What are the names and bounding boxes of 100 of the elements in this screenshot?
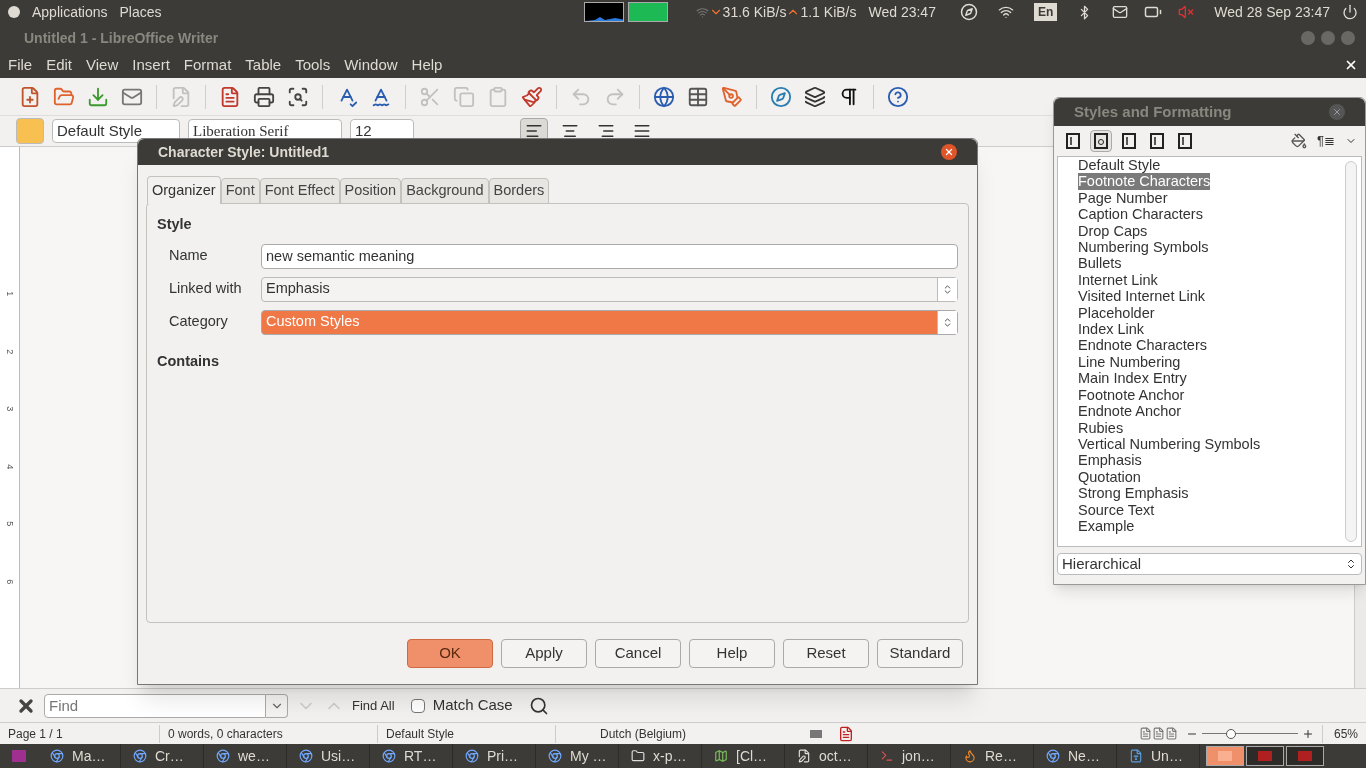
section-heading: Style	[157, 215, 193, 234]
taskbar-item[interactable]: [Cl…	[702, 744, 785, 768]
muted-speaker-icon[interactable]	[1178, 4, 1195, 20]
style-list-item[interactable]: Bullets	[1078, 255, 1122, 272]
style-list-item[interactable]: Page Number	[1078, 189, 1168, 207]
power-icon[interactable]	[1342, 4, 1358, 20]
taskbar-item[interactable]: Re…	[951, 744, 1034, 768]
dialog-tab[interactable]: Position	[339, 178, 402, 204]
dialog-button[interactable]: Apply	[501, 639, 587, 668]
book-view-icon[interactable]	[1165, 727, 1178, 740]
style-list-item[interactable]: Source Text	[1078, 501, 1155, 518]
chrome-icon	[299, 749, 313, 763]
style-list-item[interactable]: Rubies	[1078, 419, 1124, 436]
menu-item[interactable]: File	[8, 53, 33, 77]
chrome-icon	[216, 749, 230, 763]
style-list-item[interactable]: Strong Emphasis	[1078, 485, 1189, 502]
styles-toggle-icon[interactable]	[16, 118, 44, 144]
menu-item[interactable]: Help	[411, 53, 443, 77]
style-list-item[interactable]: Placeholder	[1078, 304, 1155, 322]
multi-page-view-icon[interactable]	[1152, 727, 1165, 740]
select-field[interactable]: Emphasis	[261, 276, 958, 302]
taskbar-item[interactable]: Ne…	[1034, 744, 1117, 768]
find-field[interactable]: Find	[44, 693, 266, 718]
menu-item[interactable]: Edit	[46, 53, 73, 77]
taskbar-item[interactable]: oct…	[785, 744, 868, 768]
document-modified-icon[interactable]	[838, 725, 854, 742]
single-page-view-icon[interactable]	[1139, 727, 1152, 740]
selection-mode-icon[interactable]	[810, 729, 822, 738]
menu-item[interactable]: Window	[344, 53, 398, 77]
taskbar-item[interactable]: Cr…	[121, 744, 204, 768]
clock[interactable]: Wed 23:47	[868, 1, 936, 23]
close-icon	[1332, 107, 1342, 117]
style-list-item[interactable]: Line Numbering	[1078, 353, 1181, 371]
ubuntu-logo-icon[interactable]	[8, 6, 20, 18]
taskbar-item[interactable]: My …	[536, 744, 619, 768]
style-family-button[interactable]	[1090, 130, 1112, 152]
scrollbar[interactable]	[1345, 161, 1357, 542]
menu-item[interactable]: Tools	[295, 53, 331, 77]
match-case-checkbox[interactable]	[410, 698, 425, 713]
new-style-menu-button[interactable]: ¶≣	[1317, 131, 1335, 151]
taskbar-item[interactable]: Un…	[1117, 744, 1200, 768]
dialog-tab[interactable]: Organizer	[147, 176, 221, 204]
dialog-button[interactable]: Cancel	[595, 639, 681, 668]
zoom-slider[interactable]	[1202, 727, 1298, 740]
search-icon[interactable]	[528, 695, 549, 716]
taskbar-item[interactable]: Ma…	[38, 744, 121, 768]
taskbar-item[interactable]: jon…	[868, 744, 951, 768]
workspace-thumbnail[interactable]	[1286, 746, 1324, 766]
taskbar-item[interactable]: Pri…	[453, 744, 536, 768]
style-list-item[interactable]: Emphasis	[1078, 452, 1142, 469]
find-all-button[interactable]: Find All	[352, 695, 395, 716]
taskbar-item[interactable]: RT…	[370, 744, 453, 768]
menu-item[interactable]: Table	[245, 53, 282, 77]
match-case-label[interactable]: Match Case	[432, 694, 513, 717]
fill-format-icon[interactable]	[1291, 133, 1307, 149]
dialog-tab[interactable]: Font Effect	[259, 178, 340, 204]
find-history-dropdown[interactable]	[266, 693, 288, 718]
close-button[interactable]	[941, 144, 957, 160]
menu-item[interactable]: Format	[183, 53, 232, 77]
name-field[interactable]: new semantic meaning	[261, 243, 958, 269]
dialog-tab[interactable]: Font	[220, 178, 260, 204]
dialog-tab[interactable]: Borders	[488, 178, 550, 204]
workspace-thumbnail[interactable]	[1206, 746, 1244, 766]
style-list-item[interactable]: Visited Internet Link	[1078, 288, 1206, 305]
taskbar-item[interactable]: we…	[204, 744, 287, 768]
style-list-item[interactable]: Footnote Anchor	[1078, 386, 1185, 404]
dialog-button[interactable]: Help	[689, 639, 775, 668]
style-list-item[interactable]: Endnote Anchor	[1078, 403, 1182, 420]
style-list-item[interactable]: Drop Caps	[1078, 222, 1148, 240]
clipboard-icon	[487, 85, 509, 108]
wifi-icon[interactable]	[997, 4, 1014, 20]
style-list-item[interactable]: Vertical Numbering Symbols	[1078, 435, 1261, 453]
style-list-item[interactable]: Example	[1078, 517, 1135, 535]
style-list-item[interactable]: Numbering Symbols	[1078, 239, 1209, 256]
dialog-button[interactable]: Standard	[877, 639, 963, 668]
menu-item[interactable]: View	[86, 53, 119, 77]
paragraph-style-field[interactable]: Default Style	[52, 119, 180, 143]
style-list-item[interactable]: Default Style	[1078, 157, 1161, 174]
style-list-item[interactable]: Main Index Entry	[1078, 370, 1187, 387]
close-document-icon[interactable]	[1344, 58, 1358, 72]
menu-item[interactable]: Insert	[132, 53, 170, 77]
style-list-item[interactable]: Quotation	[1078, 468, 1141, 486]
taskbar-item[interactable]: x-p…	[619, 744, 702, 768]
taskbar-item[interactable]: Usi…	[287, 744, 370, 768]
filter-select[interactable]: Hierarchical	[1057, 553, 1362, 575]
dialog-tab[interactable]: Background	[401, 178, 489, 204]
style-list-item[interactable]: Footnote Characters	[1078, 173, 1211, 190]
style-list-item[interactable]: Caption Characters	[1078, 206, 1203, 223]
zoom-in-icon[interactable]	[1302, 727, 1314, 740]
dialog-button[interactable]: Reset	[783, 639, 869, 668]
style-list-item[interactable]: Endnote Characters	[1078, 337, 1207, 354]
panel-menu[interactable]: Places	[119, 1, 162, 23]
dialog-button[interactable]: OK	[407, 639, 493, 668]
keyboard-layout-indicator[interactable]: En	[1033, 3, 1058, 21]
workspace-thumbnail[interactable]	[1246, 746, 1284, 766]
clock[interactable]: Wed 28 Sep 23:47	[1214, 1, 1330, 23]
panel-menu[interactable]: Applications	[32, 1, 108, 23]
mail-icon[interactable]	[1112, 4, 1129, 20]
style-list-item[interactable]: Internet Link	[1078, 271, 1158, 289]
style-list-item[interactable]: Index Link	[1078, 321, 1145, 338]
